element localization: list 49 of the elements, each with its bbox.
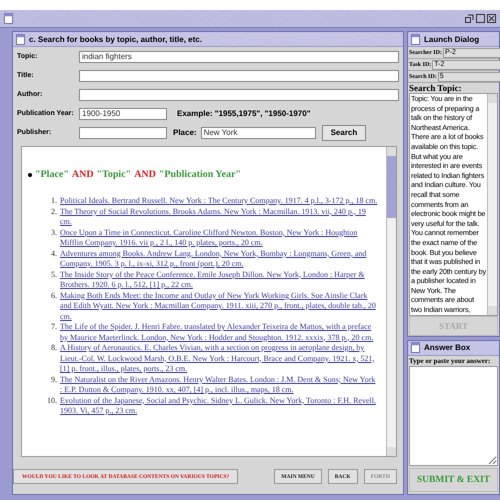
answer-field[interactable] bbox=[409, 366, 498, 466]
year-field[interactable]: 1900-1950 bbox=[79, 108, 167, 120]
text-field[interactable] bbox=[79, 70, 399, 82]
example-hint: Example: "1955,1975", "1950-1970" bbox=[177, 109, 310, 118]
result-link[interactable]: A History of Aeronautics. E. Charles Vivian, with a section on progress in aeroplane design, by Lieut.-Col. W. Lockwood Marsh, O.B.E. New York : Harcourt, Brace and Company. 1921. x, 521, [1] p. front., illus., plates, ports., 23 cm. bbox=[60, 343, 378, 374]
query-term: "Place" bbox=[35, 169, 69, 180]
result-link[interactable]: The Inside Story of the Peace Conference. Emile Joseph Dillon. New York, London : Harper & Brothers. 1920. 6 p. l., 512, [1] p., 22 cm. bbox=[60, 270, 378, 290]
query-term: "Publication Year" bbox=[158, 169, 241, 180]
scrollbar[interactable] bbox=[386, 147, 396, 456]
result-link[interactable]: Making Both Ends Meet: the Income and Outlay of New York Working Girls. Sue Ainslie Clark and Edith Wyatt. New York : Macmillan Company. 1911. xiii, 270 p., front., plates, double tab., 20 cm. bbox=[60, 290, 378, 322]
result-link[interactable]: Once Upon a Time in Connecticut. Caroline Clifford Newton. Boston, New York : Houghton Mifflin Company. 1916. vii p., 2 l., 140 p. plates, ports., 20 cm. bbox=[60, 228, 378, 248]
result-link[interactable]: The Theory of Social Revolutions. Brooks Adams. New York : Macmillan. 1913. vii, 240 p., 19 cm. bbox=[60, 206, 378, 228]
bullet-icon bbox=[28, 172, 32, 176]
window-icon[interactable] bbox=[4, 13, 13, 24]
field-label: Place: bbox=[173, 128, 197, 137]
result-link[interactable]: Adventures among Books. Andrew Lang. London, New York, Bombay : Longmans, Green, and Company. 1905. 3 p. l., ix-xi, 312 p., front (port.), 20 cm. bbox=[60, 248, 378, 270]
restore-icon[interactable] bbox=[465, 14, 474, 23]
panel-title: c. Search for books by topic, author, title, etc. bbox=[29, 34, 202, 44]
item-number: 9. bbox=[50, 374, 57, 386]
item-number: 7. bbox=[50, 322, 57, 333]
window-icon[interactable] bbox=[411, 34, 420, 44]
item-number: 2. bbox=[50, 206, 57, 218]
panel-title: Answer Box bbox=[424, 343, 470, 352]
item-number: 6. bbox=[50, 290, 57, 302]
query-operator: AND bbox=[134, 169, 156, 180]
query-term: "Topic" bbox=[96, 169, 132, 180]
scrollbar[interactable] bbox=[487, 94, 497, 315]
dialog-title: Launch Dialog bbox=[424, 34, 480, 44]
result-link[interactable]: The Naturalist on the River Amazons. Henry Walter Bates. London : J.M. Dent & Sons; New York : E.P. Dutton & Company. 1910. xx, 407, [4] p., incl. illus., maps, 18 cm. bbox=[60, 374, 378, 396]
place-field[interactable]: New York bbox=[200, 126, 316, 138]
maximize-icon[interactable] bbox=[476, 14, 485, 23]
item-number: 8. bbox=[50, 343, 57, 354]
query-operator: AND bbox=[72, 169, 94, 180]
window-icon[interactable] bbox=[411, 342, 420, 354]
item-number: 3. bbox=[50, 228, 57, 238]
result-link[interactable]: The Life of the Spider. J. Henri Fabre. translated by Alexander Teixeira de Mattos, with a preface by Maurice Maeterlinck. London, New York : Hodder and Stoughton. 1912. xxxix, 378 p., 20 cm. bbox=[60, 322, 378, 343]
item-number: 5. bbox=[50, 270, 57, 280]
item-number: 4. bbox=[50, 248, 57, 260]
result-link[interactable]: Evolution of the Japanese, Social and Psychic. Sidney L. Gulick. New York, Toronto : F.H. Revell. 1903. Vi, 457 p., 23 cm. bbox=[60, 396, 378, 416]
item-number: 1. bbox=[50, 196, 57, 206]
search-button[interactable]: Search bbox=[322, 124, 366, 140]
section-heading: Search Topic: bbox=[408, 83, 463, 93]
result-link[interactable]: Political Ideals. Bertrand Russell. New York : The Century Company. 1917. 4 p.l., 3-172 p., 18 cm. bbox=[60, 196, 378, 206]
window-icon[interactable] bbox=[16, 34, 25, 44]
publisher-field[interactable] bbox=[79, 126, 167, 138]
close-icon[interactable] bbox=[487, 14, 496, 23]
item-number: 10. bbox=[46, 396, 57, 406]
text-field[interactable]: indian fighters bbox=[79, 50, 399, 62]
text-field[interactable] bbox=[79, 88, 399, 100]
